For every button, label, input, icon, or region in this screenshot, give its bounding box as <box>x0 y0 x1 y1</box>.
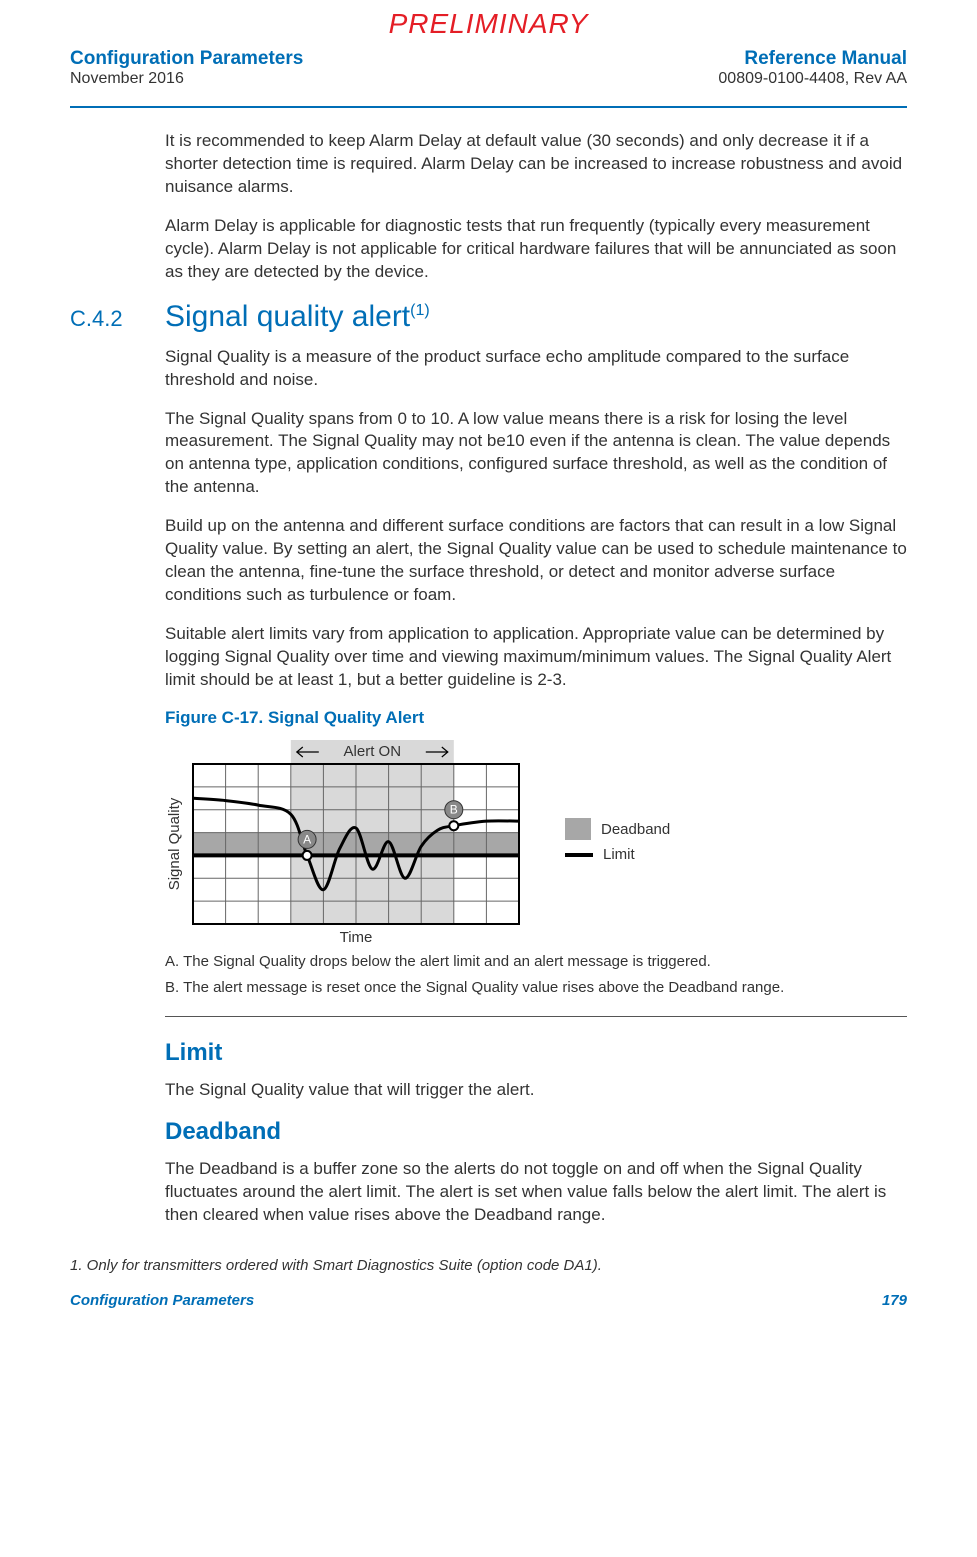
page-footer: Configuration Parameters 179 <box>70 1292 907 1309</box>
figure-caption-b: B. The alert message is reset once the S… <box>165 978 907 998</box>
divider <box>165 1016 907 1017</box>
section-title-text: Signal quality alert <box>165 300 410 333</box>
legend-limit: Limit <box>565 846 670 863</box>
header-left-date: November 2016 <box>70 70 303 88</box>
preliminary-watermark: PRELIMINARY <box>70 0 907 40</box>
page-header: Configuration Parameters November 2016 R… <box>70 48 907 108</box>
legend-deadband: Deadband <box>565 818 670 840</box>
figure-title: Figure C-17. Signal Quality Alert <box>165 708 907 728</box>
legend-deadband-label: Deadband <box>601 821 670 838</box>
limit-text: The Signal Quality value that will trigg… <box>165 1079 907 1102</box>
sq-p2: The Signal Quality spans from 0 to 10. A… <box>165 408 907 500</box>
deadband-text: The Deadband is a buffer zone so the ale… <box>165 1158 907 1227</box>
limit-heading: Limit <box>165 1039 907 1067</box>
svg-text:A: A <box>303 832 311 846</box>
figure-block: Figure C-17. Signal Quality Alert <box>165 708 907 999</box>
deadband-swatch-icon <box>565 818 591 840</box>
sq-p3: Build up on the antenna and different su… <box>165 515 907 607</box>
section-title: Signal quality alert(1) <box>165 300 430 334</box>
svg-text:Signal Quality: Signal Quality <box>166 797 183 890</box>
limit-swatch-icon <box>565 853 593 857</box>
footer-left: Configuration Parameters <box>70 1292 254 1309</box>
header-right-doc: 00809-0100-4408, Rev AA <box>718 70 907 88</box>
intro-p2: Alarm Delay is applicable for diagnostic… <box>165 215 907 284</box>
signal-quality-chart: A B Alert ON Signal Quality Time <box>165 736 525 946</box>
section-heading: C.4.2 Signal quality alert(1) <box>70 300 907 334</box>
figure-caption-a: A. The Signal Quality drops below the al… <box>165 952 907 972</box>
intro-p1: It is recommended to keep Alarm Delay at… <box>165 130 907 199</box>
sq-p4: Suitable alert limits vary from applicat… <box>165 623 907 692</box>
deadband-heading: Deadband <box>165 1118 907 1146</box>
footer-right: 179 <box>882 1292 907 1309</box>
footnote: 1. Only for transmitters ordered with Sm… <box>70 1257 907 1274</box>
svg-text:B: B <box>450 803 458 817</box>
chart-legend: Deadband Limit <box>565 812 670 869</box>
svg-text:Alert ON: Alert ON <box>344 743 402 760</box>
header-right-title: Reference Manual <box>718 48 907 70</box>
section-title-super: (1) <box>410 302 430 319</box>
svg-text:Time: Time <box>340 929 373 946</box>
section-number: C.4.2 <box>70 306 165 332</box>
legend-limit-label: Limit <box>603 846 635 863</box>
header-left-title: Configuration Parameters <box>70 48 303 70</box>
sq-p1: Signal Quality is a measure of the produ… <box>165 346 907 392</box>
